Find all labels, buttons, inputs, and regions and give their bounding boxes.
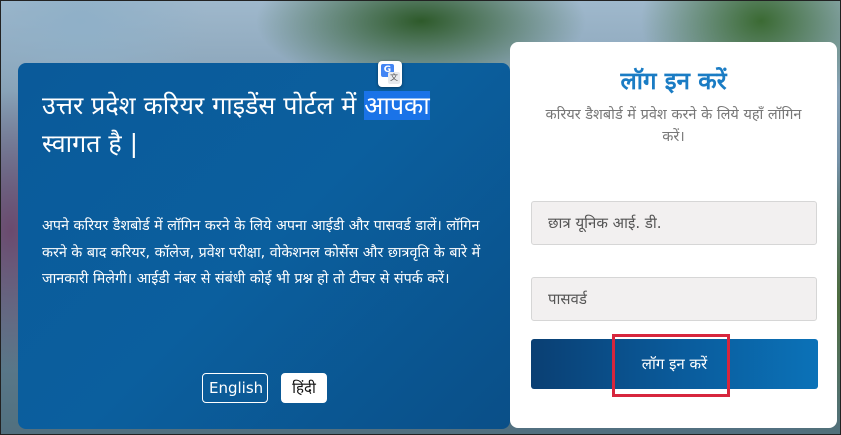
login-instructions: अपने करियर डैशबोर्ड में लॉगिन करने के लि… xyxy=(42,218,481,287)
translate-a-glyph: 文 xyxy=(388,72,400,84)
student-id-input[interactable] xyxy=(531,201,817,245)
welcome-heading: उत्तर प्रदेश करियर गाइडेंस पोर्टल में आप… xyxy=(42,87,482,163)
annotation-highlight-box xyxy=(612,334,730,397)
english-language-button[interactable]: English xyxy=(202,373,268,403)
welcome-panel: G 文 उत्तर प्रदेश करियर गाइडेंस पोर्टल मे… xyxy=(18,61,510,429)
page-frame: G 文 उत्तर प्रदेश करियर गाइडेंस पोर्टल मे… xyxy=(0,0,841,435)
welcome-highlighted-word: आपका xyxy=(364,91,430,120)
google-translate-icon[interactable]: G 文 xyxy=(378,61,402,87)
login-title: लॉग इन करें xyxy=(620,67,727,95)
welcome-text-end: स्वागत है | xyxy=(42,129,139,158)
hindi-language-button[interactable]: हिंदी xyxy=(281,373,327,403)
password-input[interactable] xyxy=(531,277,817,321)
login-subtitle: करियर डैशबोर्ड में प्रवेश करने के लिये य… xyxy=(545,107,802,145)
welcome-text: उत्तर प्रदेश करियर गाइडेंस पोर्टल में xyxy=(42,91,365,120)
